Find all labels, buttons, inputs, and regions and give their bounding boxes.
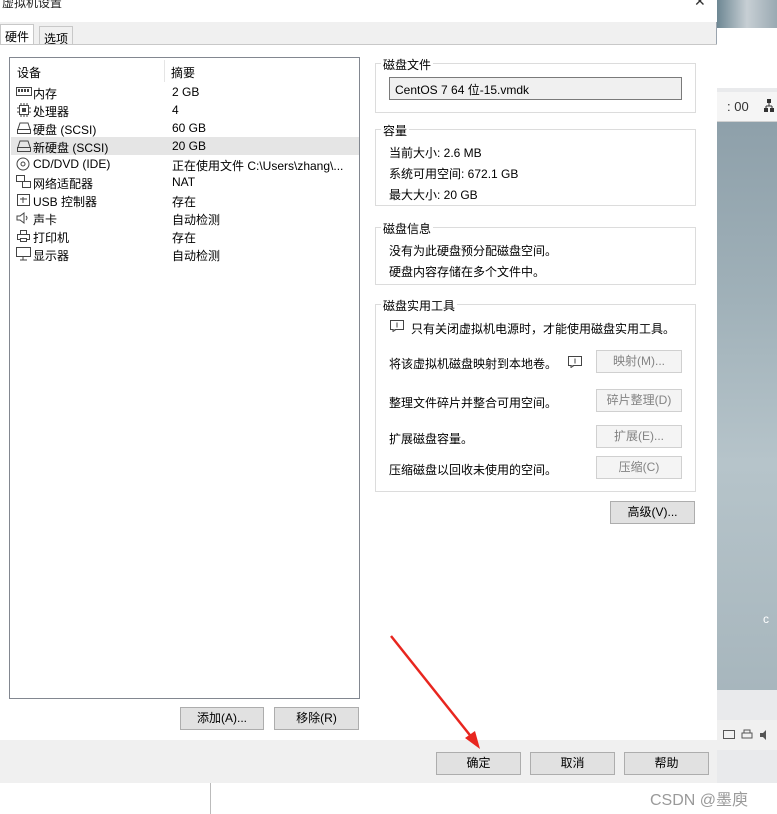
device-row-sound[interactable]: 声卡 自动检测 (11, 209, 359, 227)
vm-icon (723, 729, 735, 741)
device-row-cd-dvd[interactable]: CD/DVD (IDE) 正在使用文件 C:\Users\zhang\... (11, 155, 359, 173)
available-space-text: 系统可用空间: 672.1 GB (389, 167, 519, 181)
device-summary: 2 GB (172, 85, 200, 99)
add-device-button[interactable]: 添加(A)... (180, 707, 264, 730)
printer-icon (16, 229, 32, 243)
device-name: 网络适配器 (33, 177, 94, 191)
device-name: 处理器 (33, 105, 70, 119)
annotation-arrow (390, 635, 480, 749)
device-name: 显示器 (33, 249, 70, 263)
map-button[interactable]: 映射(M)... (596, 350, 682, 373)
device-summary: NAT (172, 175, 196, 189)
network-icon (16, 175, 32, 189)
background-vm-screen: c (717, 122, 777, 690)
device-row-processor[interactable]: 处理器 4 (11, 101, 359, 119)
cpu-icon (16, 103, 32, 117)
info-icon (390, 320, 404, 333)
capacity-title: 容量 (381, 122, 410, 139)
watermark: CSDN @墨庾 (650, 792, 749, 809)
column-header-device[interactable]: 设备 (17, 64, 41, 81)
device-list[interactable]: 设备 摘要 内存 2 GB 处理器 4 硬盘 (SCSI) 60 GB 新硬盘 … (9, 57, 360, 699)
disk-info-title: 磁盘信息 (381, 220, 434, 237)
title-bar: 虚拟机设置 ✕ (0, 0, 717, 22)
device-summary: 4 (172, 103, 179, 117)
device-row-network[interactable]: 网络适配器 NAT (11, 173, 359, 191)
device-name: CD/DVD (IDE) (33, 157, 111, 171)
background-toolbar: : 00 (717, 92, 777, 122)
close-icon[interactable]: ✕ (694, 0, 710, 9)
map-disk-text: 将该虚拟机磁盘映射到本地卷。 (389, 357, 558, 371)
device-summary: 自动检测 (172, 249, 221, 263)
cd-icon (16, 157, 32, 171)
harddisk-icon (16, 121, 32, 135)
device-name: 硬盘 (SCSI) (33, 123, 97, 137)
defrag-button[interactable]: 碎片整理(D) (596, 389, 682, 412)
device-row-harddisk[interactable]: 硬盘 (SCSI) 60 GB (11, 119, 359, 137)
defrag-text: 整理文件碎片并整合可用空间。 (389, 396, 558, 410)
compact-button[interactable]: 压缩(C) (596, 456, 682, 479)
compact-text: 压缩磁盘以回收未使用的空间。 (389, 463, 558, 477)
background-divider (210, 783, 211, 814)
disk-file-field[interactable]: CentOS 7 64 位-15.vmdk (389, 77, 682, 100)
expand-button[interactable]: 扩展(E)... (596, 425, 682, 448)
disk-info-line1: 没有为此硬盘预分配磁盘空间。 (389, 244, 558, 258)
advanced-button[interactable]: 高级(V)... (610, 501, 695, 524)
device-row-printer[interactable]: 打印机 存在 (11, 227, 359, 245)
utilities-note: 只有关闭虚拟机电源时，才能使用磁盘实用工具。 (411, 322, 676, 336)
help-button[interactable]: 帮助 (624, 752, 709, 775)
monitor-icon (16, 247, 32, 261)
device-summary: 正在使用文件 C:\Users\zhang\... (172, 159, 344, 173)
printer-icon (741, 729, 753, 741)
sound-icon (16, 211, 32, 225)
tab-hardware[interactable]: 硬件 (0, 24, 35, 44)
current-size-text: 当前大小: 2.6 MB (389, 146, 482, 160)
device-summary: 存在 (172, 231, 197, 245)
network-tree-icon (764, 99, 774, 113)
harddisk-icon (16, 139, 32, 153)
window-title: 虚拟机设置 (2, 0, 63, 10)
background-statusbar (717, 720, 777, 750)
arrow-shaft (390, 635, 478, 745)
background-clock-text: : 00 (727, 99, 749, 114)
device-summary: 自动检测 (172, 213, 221, 227)
disk-file-title: 磁盘文件 (381, 56, 434, 73)
column-header-summary[interactable]: 摘要 (171, 64, 195, 81)
device-name: 打印机 (33, 231, 70, 245)
device-row-usb[interactable]: USB 控制器 存在 (11, 191, 359, 209)
device-name: USB 控制器 (33, 195, 98, 209)
expand-text: 扩展磁盘容量。 (389, 432, 474, 446)
disk-info-line2: 硬盘内容存储在多个文件中。 (389, 265, 546, 279)
memory-icon (16, 85, 32, 99)
background-panel (717, 28, 777, 88)
device-row-new-harddisk[interactable]: 新硬盘 (SCSI) 20 GB (11, 137, 359, 155)
device-summary: 20 GB (172, 139, 207, 153)
disk-utilities-title: 磁盘实用工具 (381, 297, 458, 314)
info-icon (568, 356, 582, 369)
background-edge-letter: c (763, 612, 769, 626)
ok-button[interactable]: 确定 (436, 752, 521, 775)
device-row-display[interactable]: 显示器 自动检测 (11, 245, 359, 263)
tab-options[interactable]: 选项 (39, 26, 74, 46)
device-summary: 存在 (172, 195, 197, 209)
usb-icon (16, 193, 32, 207)
cancel-button[interactable]: 取消 (530, 752, 615, 775)
device-name: 声卡 (33, 213, 58, 227)
remove-device-button[interactable]: 移除(R) (274, 707, 359, 730)
column-separator[interactable] (164, 60, 165, 82)
device-row-memory[interactable]: 内存 2 GB (11, 83, 359, 101)
device-name: 内存 (33, 87, 58, 101)
device-summary: 60 GB (172, 121, 207, 135)
max-size-text: 最大大小: 20 GB (389, 188, 478, 202)
device-name: 新硬盘 (SCSI) (33, 141, 109, 155)
background-photo-strip (717, 0, 777, 28)
sound-icon (759, 729, 771, 741)
